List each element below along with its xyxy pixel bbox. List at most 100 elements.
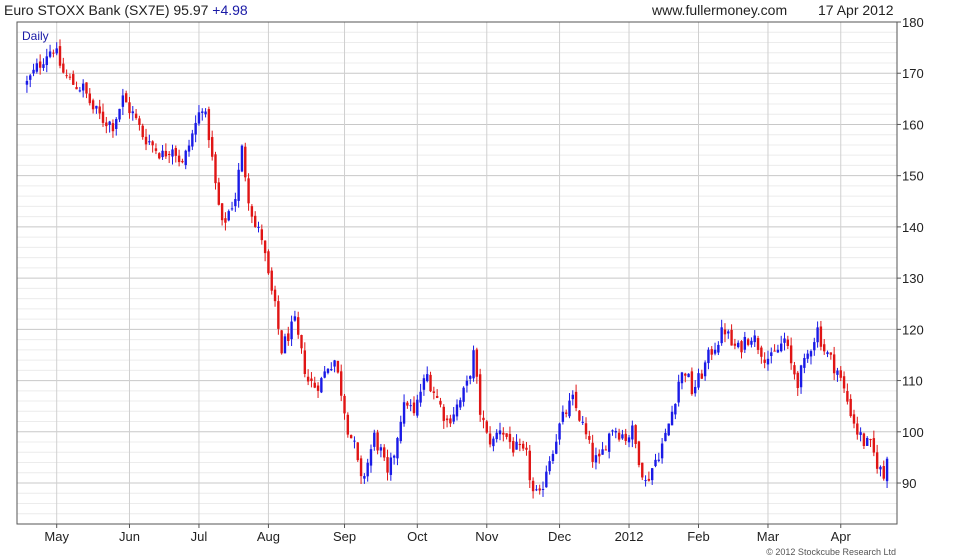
candle-body [555, 441, 558, 454]
candle-body [353, 440, 356, 442]
y-tick-label: 130 [902, 271, 924, 286]
candle-body [85, 82, 88, 94]
candle-body [224, 218, 227, 223]
candle-body [852, 414, 856, 424]
candle-body [419, 391, 422, 403]
candle-body [832, 354, 836, 374]
candle-body [664, 432, 667, 442]
candle-body [432, 391, 436, 393]
candle-body [710, 349, 713, 355]
candle-body [366, 462, 369, 477]
candle-body [746, 339, 750, 345]
candle-body [58, 46, 62, 66]
candle-body [505, 433, 508, 437]
candle-body [35, 63, 39, 72]
candle-body [657, 459, 661, 461]
candle-body [459, 400, 462, 408]
candle-body [201, 111, 204, 113]
candle-body [124, 93, 128, 103]
candle-body [177, 155, 181, 163]
candle-body [717, 344, 720, 353]
candle-body [690, 371, 694, 395]
candle-body [879, 466, 882, 470]
period-label: Daily [22, 29, 49, 43]
candle-body [287, 333, 290, 341]
candle-body [594, 455, 598, 463]
candle-body [313, 382, 316, 388]
candle-body [128, 102, 131, 114]
candle-body [465, 380, 469, 386]
candle-body [601, 449, 604, 455]
candle-body [776, 349, 780, 353]
candle-body [386, 457, 389, 473]
candle-body [320, 378, 323, 393]
candle-body [574, 391, 578, 409]
candle-body [588, 436, 591, 440]
candle-body [300, 334, 303, 349]
candle-body [244, 146, 247, 178]
y-tick-label: 110 [902, 374, 923, 389]
candle-body [369, 449, 373, 466]
candle-body [684, 373, 687, 376]
candle-body [290, 321, 293, 340]
candle-body [485, 421, 488, 433]
candle-body [581, 421, 584, 423]
candle-body [359, 458, 363, 477]
candle-body [660, 443, 664, 459]
candle-body [257, 226, 260, 228]
y-tick-label: 180 [902, 15, 924, 30]
candle-body [204, 111, 207, 115]
x-tick-label: Sep [333, 529, 356, 544]
candle-body [634, 425, 637, 445]
candle-body [551, 453, 555, 461]
candle-body [144, 136, 148, 145]
candle-body [740, 341, 743, 353]
candle-body [78, 90, 82, 92]
candle-body [538, 488, 541, 491]
candle-body [65, 75, 68, 77]
candle-body [191, 133, 194, 147]
candle-body [780, 343, 783, 352]
candle-body [379, 447, 383, 451]
candle-body [829, 352, 833, 355]
candle-body [502, 432, 505, 435]
x-tick-label: Nov [475, 529, 499, 544]
candle-body [187, 145, 191, 152]
candle-body [29, 75, 32, 80]
candle-body [452, 414, 455, 422]
candle-body [442, 406, 445, 421]
candle-body [118, 108, 121, 120]
candle-body [439, 400, 442, 405]
candle-body [131, 111, 134, 114]
candle-body [293, 316, 297, 321]
candle-body [227, 211, 230, 221]
candle-body [333, 360, 336, 367]
candle-body [598, 453, 601, 457]
candle-body [730, 329, 733, 346]
x-tick-label: Oct [407, 529, 428, 544]
candle-body [240, 145, 244, 172]
candle-body [531, 480, 535, 492]
candle-body [793, 365, 796, 375]
candle-body [340, 371, 343, 396]
candle-body [412, 402, 416, 414]
candle-body [763, 359, 766, 363]
candle-body [842, 376, 846, 389]
candle-body [445, 418, 449, 421]
candle-body [488, 433, 492, 445]
price-chart: Daily 90 100 110 120 130 140 150 160 170 180 May J… [16, 15, 924, 557]
x-tick-label: Jul [191, 529, 208, 544]
candle-body [872, 438, 876, 453]
candle-body [521, 443, 525, 449]
candle-body [535, 489, 538, 491]
candle-body [373, 432, 376, 447]
candle-body [217, 182, 221, 205]
candle-body [32, 69, 35, 74]
candle-body [558, 423, 561, 440]
candle-body [154, 148, 158, 151]
candle-body [392, 455, 396, 458]
candle-body [693, 386, 697, 394]
candle-body [396, 438, 399, 459]
candle-body [108, 121, 111, 125]
candle-body [310, 378, 313, 382]
